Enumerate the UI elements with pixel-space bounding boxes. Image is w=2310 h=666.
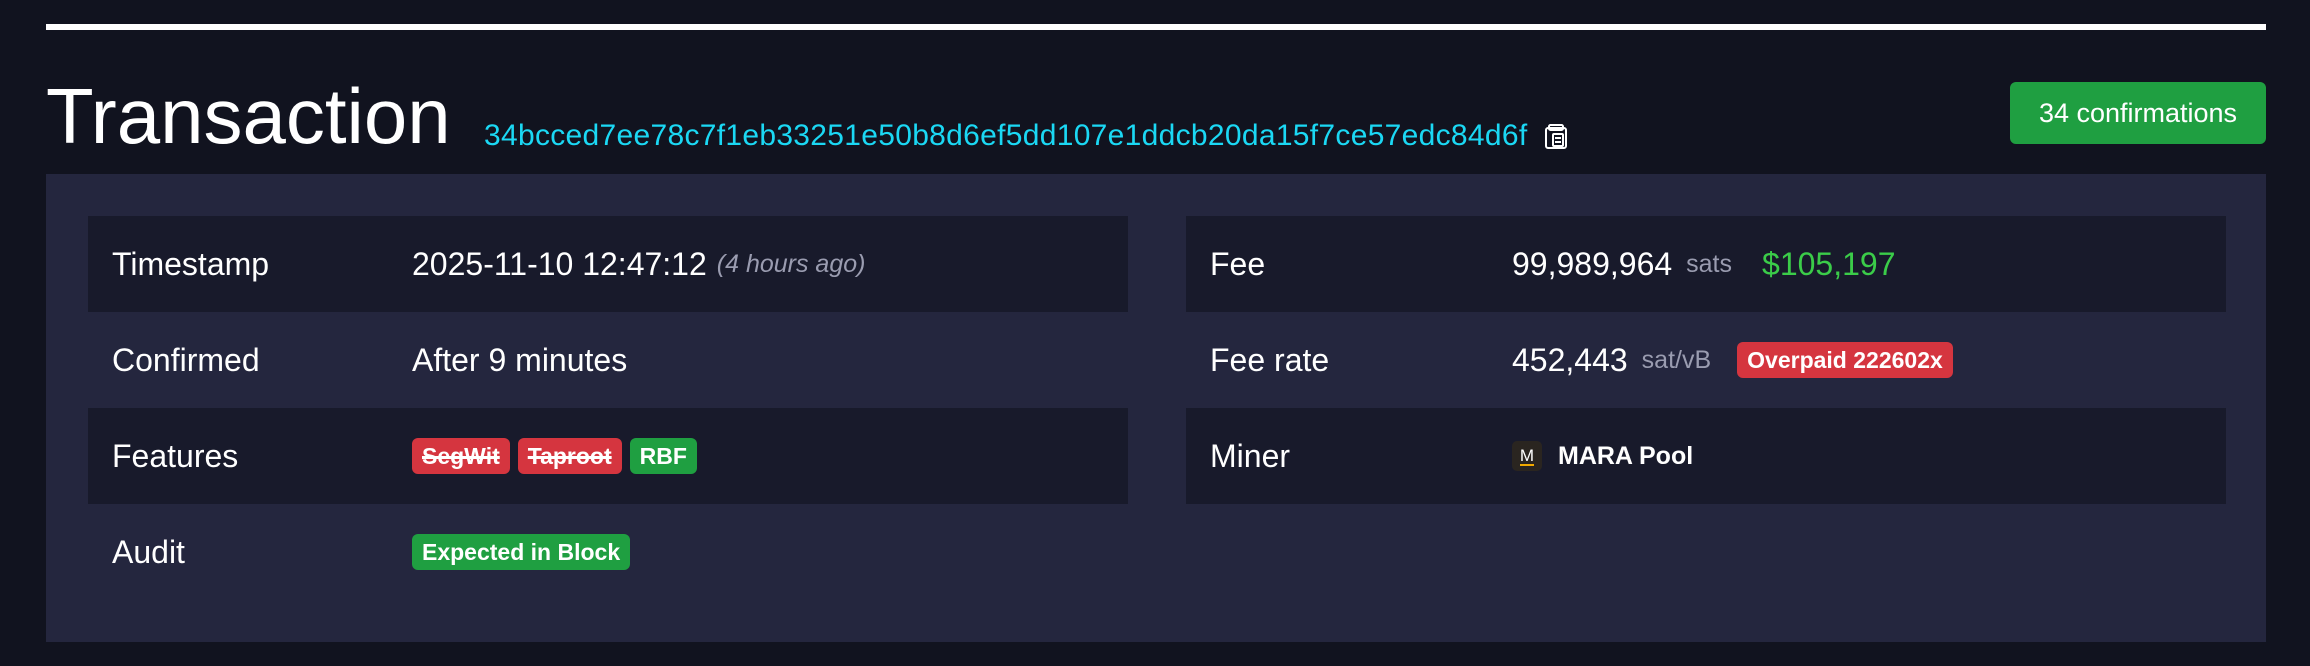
fee-rate-value: 452,443 xyxy=(1512,341,1628,378)
svg-text:M: M xyxy=(1520,446,1534,465)
transaction-page: Transaction 34bcced7ee78c7f1eb33251e50b8… xyxy=(0,0,2310,666)
txid-link[interactable]: 34bcced7ee78c7f1eb33251e50b8d6ef5dd107e1… xyxy=(484,119,1528,153)
mara-pool-logo: M xyxy=(1512,441,1542,471)
fee-rate-label: Fee rate xyxy=(1210,341,1330,378)
details-left-column: Timestamp 2025-11-10 12:47:12 (4 hours a… xyxy=(88,216,1128,600)
confirmed-label: Confirmed xyxy=(112,341,260,378)
feature-badge-segwit[interactable]: SegWit xyxy=(412,438,510,474)
miner-label: Miner xyxy=(1210,437,1291,474)
features-badges: SegWit Taproot RBF xyxy=(412,438,697,474)
fee-label: Fee xyxy=(1210,245,1266,282)
audit-value: Expected in Block xyxy=(412,534,631,570)
fee-row: Fee 99,989,964 sats $105,197 xyxy=(1186,216,2226,312)
top-divider xyxy=(46,24,2266,30)
fee-value: 99,989,964 xyxy=(1512,245,1673,282)
page-title: Transaction xyxy=(46,72,451,160)
miner-pool-link[interactable]: MARA Pool xyxy=(1558,442,1693,471)
txid-container: 34bcced7ee78c7f1eb33251e50b8d6ef5dd107e1… xyxy=(484,108,1568,164)
fee-fiat-value: $105,197 xyxy=(1762,245,1896,282)
audit-row: Audit Expected in Block xyxy=(88,504,1128,600)
fee-rate-unit: sat/vB xyxy=(1641,345,1712,374)
transaction-header: Transaction 34bcced7ee78c7f1eb33251e50b8… xyxy=(46,60,2266,172)
miner-row: Miner M MARA Pool xyxy=(1186,408,2226,504)
clipboard-copy-icon[interactable] xyxy=(1544,122,1568,150)
overpaid-badge[interactable]: Overpaid 222602x xyxy=(1737,342,1953,378)
audit-label: Audit xyxy=(112,533,185,570)
timestamp-value: 2025-11-10 12:47:12 xyxy=(412,245,707,282)
timestamp-row: Timestamp 2025-11-10 12:47:12 (4 hours a… xyxy=(88,216,1128,312)
confirmed-value: After 9 minutes xyxy=(412,341,628,378)
timestamp-value-group: 2025-11-10 12:47:12 (4 hours ago) xyxy=(412,246,865,283)
miner-value-group[interactable]: M MARA Pool xyxy=(1512,441,1693,471)
fee-rate-row: Fee rate 452,443 sat/vB Overpaid 222602x xyxy=(1186,312,2226,408)
fee-value-group: 99,989,964 sats $105,197 xyxy=(1512,246,1895,283)
transaction-details-panel: Timestamp 2025-11-10 12:47:12 (4 hours a… xyxy=(46,174,2266,642)
features-label: Features xyxy=(112,437,239,474)
feature-badge-rbf[interactable]: RBF xyxy=(629,438,697,474)
details-right-column: Fee 99,989,964 sats $105,197 Fee rate 45… xyxy=(1186,216,2226,504)
features-row: Features SegWit Taproot RBF xyxy=(88,408,1128,504)
timestamp-relative: (4 hours ago) xyxy=(716,249,866,278)
confirmed-row: Confirmed After 9 minutes xyxy=(88,312,1128,408)
fee-rate-value-group: 452,443 sat/vB Overpaid 222602x xyxy=(1512,342,1953,379)
confirmations-badge: 34 confirmations xyxy=(2010,82,2266,144)
timestamp-label: Timestamp xyxy=(112,245,270,282)
fee-unit: sats xyxy=(1686,249,1733,278)
feature-badge-taproot[interactable]: Taproot xyxy=(517,438,622,474)
audit-badge[interactable]: Expected in Block xyxy=(412,534,631,570)
